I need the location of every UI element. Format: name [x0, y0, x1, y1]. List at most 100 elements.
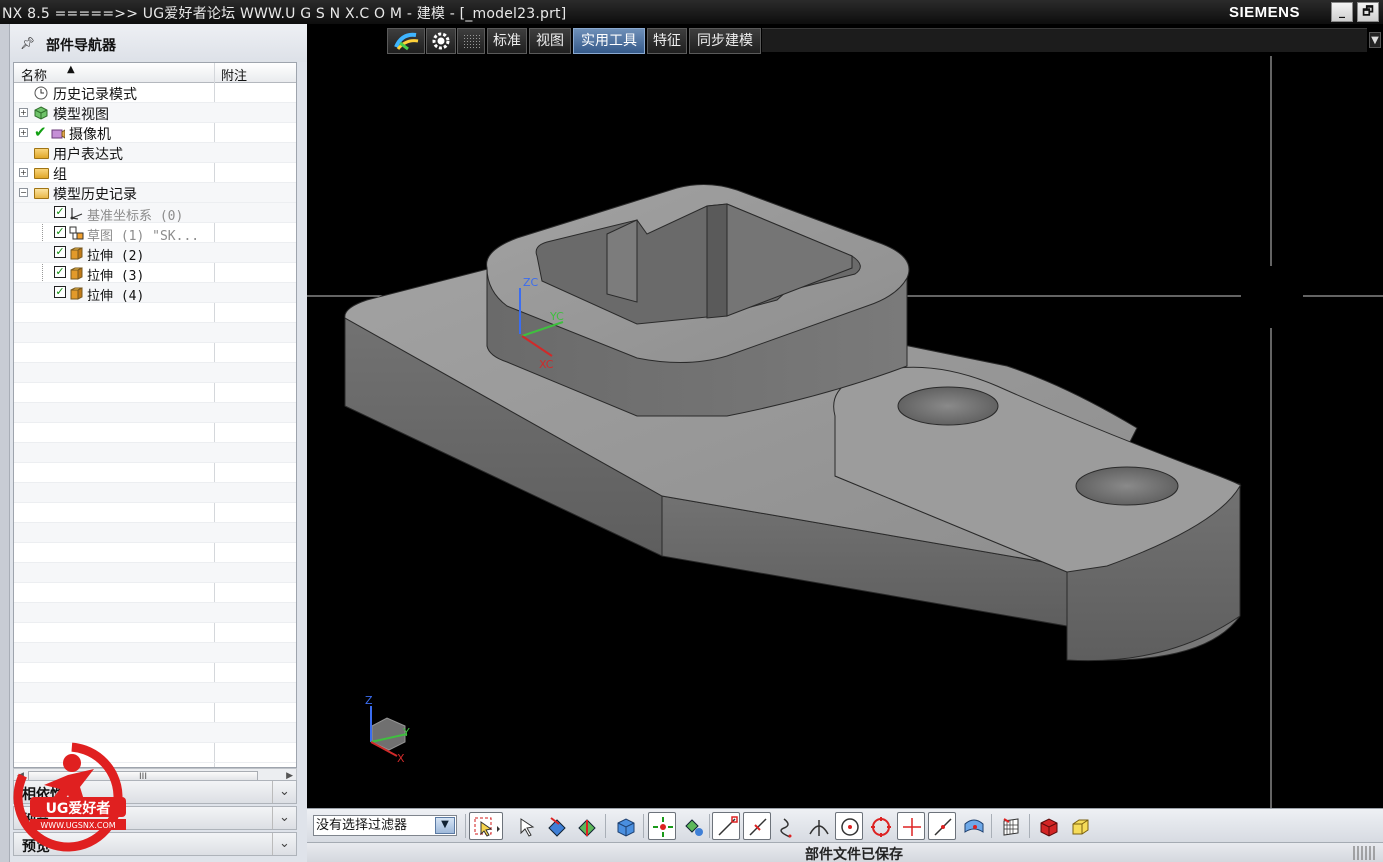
tree-item-extrude-2[interactable]: ✓ 拉伸 (2)	[14, 243, 296, 264]
view-triad-x-label: X	[397, 752, 405, 765]
tree-item-label: 组	[53, 167, 67, 183]
restore-button[interactable]: 🗗	[1357, 2, 1379, 22]
column-note[interactable]: 附注	[221, 65, 247, 84]
select-feature-icon[interactable]	[513, 812, 541, 840]
chevron-down-icon[interactable]: ⌄	[272, 807, 296, 829]
expand-icon[interactable]: +	[19, 128, 28, 137]
tab-bar-fill	[762, 28, 1367, 52]
tree-item-extrude-4[interactable]: ✓ 拉伸 (4)	[14, 283, 296, 304]
empty-row	[14, 423, 296, 443]
empty-row	[14, 683, 296, 703]
tree-item-history-mode[interactable]: 历史记录模式	[14, 83, 296, 103]
tab-view[interactable]: 视图	[529, 28, 571, 54]
minimize-button[interactable]: _	[1331, 2, 1353, 22]
arc-center-icon[interactable]	[835, 812, 863, 840]
sort-ascending-icon: ▲	[67, 64, 75, 75]
tree-item-label: 基准坐标系 (0)	[87, 209, 184, 224]
tree-item-label: 模型视图	[53, 107, 109, 123]
watermark-brand: UG爱好者	[46, 800, 111, 817]
point-on-curve-icon[interactable]	[928, 812, 956, 840]
siemens-logo: SIEMENS	[1229, 4, 1301, 21]
hole-1[interactable]	[897, 386, 999, 426]
checkbox[interactable]: ✓	[54, 206, 66, 218]
tree-item-cameras[interactable]: + ✔ 摄像机	[14, 123, 296, 143]
empty-row	[14, 323, 296, 343]
gear-icon[interactable]	[426, 28, 456, 54]
ugsnx-watermark-logo: UG爱好者 WWW.UGSNX.COM	[10, 735, 132, 857]
control-point-icon[interactable]	[774, 812, 802, 840]
general-selection-icon[interactable]	[469, 812, 503, 840]
folder-icon	[34, 168, 49, 179]
tree-item-datum-csys[interactable]: ✓ 基准坐标系 (0)	[14, 203, 296, 224]
type-filter-dropdown[interactable]: 没有选择过滤器 ▼	[313, 815, 457, 836]
quadrant-icon[interactable]	[866, 812, 894, 840]
status-bar: 部件文件已保存	[307, 842, 1383, 862]
clock-icon	[34, 86, 49, 100]
checkbox[interactable]: ✓	[54, 226, 66, 238]
tab-synchronous-modeling[interactable]: 同步建模	[689, 28, 761, 54]
select-body-icon[interactable]	[543, 812, 571, 840]
checkbox[interactable]: ✓	[54, 246, 66, 258]
toolbar-separator	[465, 814, 466, 838]
grid-toggle-icon[interactable]	[457, 28, 485, 54]
solid-body-icon[interactable]	[611, 812, 639, 840]
extrude-icon	[69, 286, 84, 300]
tree-item-sketch[interactable]: ✓ 草图 (1) "SK...	[14, 223, 296, 244]
empty-row	[14, 483, 296, 503]
end-point-icon[interactable]	[712, 812, 740, 840]
tree-item-model-history[interactable]: − 模型历史记录	[14, 183, 296, 203]
model-views-icon	[34, 106, 49, 120]
extrude-icon	[69, 246, 84, 260]
tree-item-model-views[interactable]: + 模型视图	[14, 103, 296, 123]
tree-item-label: 草图 (1) "SK...	[87, 229, 200, 244]
column-name[interactable]: 名称	[21, 65, 47, 84]
hole-2[interactable]	[1075, 466, 1179, 506]
pin-icon[interactable]: 📌︎	[20, 36, 35, 50]
chevron-down-icon[interactable]: ⌄	[272, 781, 296, 803]
graphics-window[interactable]: ZC YC XC Z Y X	[307, 56, 1383, 808]
nx-start-icon[interactable]	[387, 28, 425, 54]
select-face-icon[interactable]	[573, 812, 601, 840]
tree-item-groups[interactable]: + 组	[14, 163, 296, 183]
expand-icon[interactable]: +	[19, 168, 28, 177]
wcs-y-label: YC	[549, 310, 564, 323]
empty-row	[14, 403, 296, 423]
empty-row	[14, 543, 296, 563]
mid-point-icon[interactable]	[743, 812, 771, 840]
view-triad-y-label: Y	[402, 726, 410, 739]
intersection-icon[interactable]	[804, 812, 832, 840]
chevron-down-icon[interactable]: ▼	[435, 817, 455, 834]
tab-utilities[interactable]: 实用工具	[573, 28, 645, 54]
tab-feature[interactable]: 特征	[647, 28, 687, 54]
empty-row	[14, 623, 296, 643]
grid-icon[interactable]	[997, 812, 1025, 840]
checkbox[interactable]: ✓	[54, 266, 66, 278]
existing-point-icon[interactable]	[897, 812, 925, 840]
camera-icon	[51, 126, 66, 139]
expand-icon[interactable]: +	[19, 108, 28, 117]
chevron-down-icon[interactable]: ⌄	[272, 833, 296, 855]
toolbar-separator	[709, 814, 710, 838]
empty-row	[14, 523, 296, 543]
empty-row	[14, 643, 296, 663]
tree-item-label: 拉伸 (4)	[87, 289, 145, 304]
view-cube-icon[interactable]	[1034, 812, 1062, 840]
tree-item-label: 摄像机	[69, 127, 111, 143]
tab-standard[interactable]: 标准	[487, 28, 527, 54]
resize-grip[interactable]	[1353, 846, 1377, 860]
collapse-icon[interactable]: −	[19, 188, 28, 197]
tree-item-user-expressions[interactable]: 用户表达式	[14, 143, 296, 163]
empty-row	[14, 443, 296, 463]
type-filter-value: 没有选择过滤器	[316, 818, 408, 833]
snap-all-icon[interactable]	[648, 812, 676, 840]
point-snap-icon[interactable]	[679, 812, 707, 840]
checkbox[interactable]: ✓	[54, 286, 66, 298]
chevron-down-icon[interactable]: ▼	[1369, 32, 1381, 48]
empty-row	[14, 363, 296, 383]
point-on-face-icon[interactable]	[959, 812, 987, 840]
wireframe-box-icon[interactable]	[1065, 812, 1093, 840]
title-bar: NX 8.5 =====>> UG爱好者论坛 WWW.U G S N X.C O…	[0, 0, 1383, 24]
wcs-z-label: ZC	[523, 276, 539, 289]
model-canvas[interactable]: ZC YC XC Z Y X	[307, 56, 1383, 808]
tree-item-extrude-3[interactable]: ✓ 拉伸 (3)	[14, 263, 296, 284]
